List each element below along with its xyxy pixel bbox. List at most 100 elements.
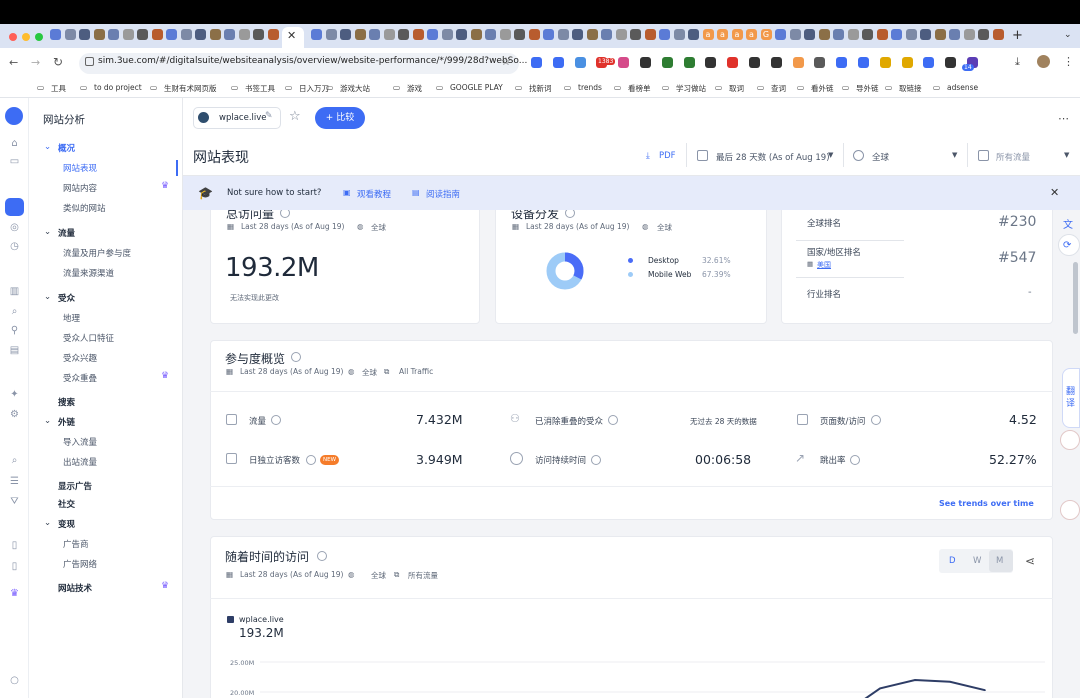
info-icon[interactable]	[871, 415, 881, 425]
info-icon[interactable]	[850, 455, 860, 465]
help-icon[interactable]: ○	[9, 675, 20, 686]
sidebar-item-ad-networks[interactable]: 广告网络	[63, 558, 97, 570]
tab-favicon-icon[interactable]	[949, 29, 960, 40]
tab-favicon-icon[interactable]: a	[746, 29, 757, 40]
bookmark-item[interactable]: 看外链	[811, 83, 834, 94]
tab-favicon-icon[interactable]	[325, 29, 337, 40]
bookmark-item[interactable]: 看榜单	[628, 83, 651, 94]
extension-icon[interactable]	[683, 57, 695, 68]
sidebar-item-technology[interactable]: 网站技术	[58, 582, 92, 594]
tab-favicon-icon[interactable]	[485, 29, 496, 40]
extension-icon[interactable]	[770, 57, 782, 68]
tab-favicon-icon[interactable]	[514, 29, 525, 40]
tab-favicon-icon[interactable]: a	[717, 29, 728, 40]
tab-favicon-icon[interactable]	[891, 29, 902, 40]
timer-icon[interactable]: ◷	[9, 241, 20, 252]
info-icon[interactable]	[306, 455, 316, 465]
tab-favicon-icon[interactable]	[775, 29, 786, 40]
tab-favicon-icon[interactable]	[166, 29, 177, 40]
tab-favicon-icon[interactable]	[354, 29, 366, 40]
tab-favicon-icon[interactable]	[688, 29, 699, 40]
sidebar-item-outgoing[interactable]: 出站流量	[63, 456, 97, 468]
tab-favicon-icon[interactable]	[412, 29, 424, 40]
browser-menu-icon[interactable]: ⋮	[1063, 55, 1074, 68]
legend-checkbox-icon[interactable]	[227, 616, 234, 623]
edit-icon[interactable]: ✎	[265, 111, 273, 121]
extension-icon[interactable]	[945, 57, 957, 68]
tab-favicon-icon[interactable]	[456, 29, 467, 40]
toggle-day[interactable]: D	[949, 556, 956, 566]
bookmark-item[interactable]: 生财有术网页版	[164, 83, 217, 94]
tab-favicon-icon[interactable]	[108, 29, 119, 40]
keyword-icon[interactable]: ⌕	[9, 455, 20, 466]
back-icon[interactable]: ←	[9, 56, 18, 69]
tab-favicon-icon[interactable]	[876, 29, 888, 40]
link-icon[interactable]: ⚲	[9, 325, 20, 336]
sidebar-item-audience[interactable]: 受众	[58, 292, 75, 304]
compare-button[interactable]: + 比较	[315, 107, 365, 129]
reload-icon[interactable]: ↻	[53, 55, 63, 69]
bookmark-item[interactable]: trends	[578, 83, 602, 92]
traffic-select[interactable]: 所有流量	[996, 151, 1030, 163]
data-point[interactable]	[879, 687, 881, 690]
info-icon[interactable]	[317, 551, 327, 561]
date-range-select[interactable]: 最后 28 天数 (As of Aug 19)	[716, 151, 830, 163]
caret-down-icon[interactable]: ▼	[952, 151, 957, 159]
bookmark-item[interactable]: 日入万刀	[299, 83, 329, 94]
profile-avatar[interactable]	[1037, 55, 1050, 68]
list-icon[interactable]: ☰	[9, 476, 20, 487]
tab-favicon-icon[interactable]	[311, 29, 322, 40]
extension-icon[interactable]	[814, 57, 826, 68]
tab-favicon-icon[interactable]	[920, 29, 931, 40]
new-tab-icon[interactable]: +	[1012, 28, 1023, 43]
read-guide-link[interactable]: 阅读指南	[426, 188, 460, 200]
tab-favicon-icon[interactable]	[978, 29, 989, 40]
settings-icon[interactable]: ⚙	[9, 409, 20, 420]
chevron-down-icon[interactable]: ⌄	[44, 292, 51, 302]
country-link[interactable]: 美国	[817, 260, 831, 270]
bookmark-item[interactable]: 取链接	[899, 83, 922, 94]
sidebar-item-search[interactable]: 搜索	[58, 396, 75, 408]
home-icon[interactable]: ⌂	[9, 138, 20, 149]
tab-favicon-icon[interactable]	[238, 29, 250, 40]
tab-favicon-icon[interactable]	[804, 29, 815, 40]
tab-favicon-icon[interactable]	[963, 29, 975, 40]
see-trends-link[interactable]: See trends over time	[939, 499, 1034, 508]
extension-icon[interactable]	[879, 57, 891, 68]
tab-favicon-icon[interactable]	[528, 29, 540, 40]
sidebar-item-traffic-engagement[interactable]: 流量及用户参与度	[63, 247, 131, 259]
sidebar-item-website-content[interactable]: 网站内容	[63, 182, 97, 194]
mobile-icon[interactable]: ▯	[9, 561, 20, 572]
sidebar-item-overview[interactable]: 概况	[58, 142, 75, 154]
extension-icon[interactable]	[858, 57, 869, 68]
floating-action-button[interactable]	[1060, 430, 1080, 450]
bookmark-item[interactable]: 取词	[729, 83, 744, 94]
pdf-button[interactable]: PDF	[659, 151, 676, 161]
sidebar-item-interests[interactable]: 受众兴趣	[63, 352, 97, 364]
bookmark-item[interactable]: GOOGLE PLAY	[450, 83, 503, 92]
caret-down-icon[interactable]: ▼	[1064, 151, 1069, 159]
floating-action-button[interactable]	[1060, 500, 1080, 520]
tab-favicon-icon[interactable]	[209, 29, 221, 40]
close-banner-icon[interactable]: ✕	[1050, 186, 1059, 199]
tab-favicon-icon[interactable]	[369, 29, 380, 40]
tab-favicon-icon[interactable]	[79, 29, 90, 40]
crown-icon[interactable]: ♛	[9, 588, 20, 599]
region-select[interactable]: 全球	[872, 151, 889, 163]
extension-icon[interactable]	[792, 57, 804, 68]
data-point[interactable]	[949, 681, 951, 683]
tab-favicon-icon[interactable]	[427, 29, 438, 40]
tab-favicon-icon[interactable]	[50, 29, 61, 40]
sidebar-item-referrals[interactable]: 导入流量	[63, 436, 97, 448]
active-tab[interactable]: ✕	[282, 27, 304, 48]
tab-favicon-icon[interactable]	[122, 29, 134, 40]
tab-favicon-icon[interactable]: G	[760, 29, 772, 40]
tab-favicon-icon[interactable]	[151, 29, 163, 40]
forward-icon[interactable]: →	[31, 56, 40, 69]
tab-favicon-icon[interactable]	[398, 29, 409, 40]
page-scrollbar[interactable]	[1073, 262, 1078, 334]
tab-favicon-icon[interactable]	[615, 29, 627, 40]
extension-icon[interactable]	[574, 57, 586, 68]
bookmark-item[interactable]: 游戏	[407, 83, 422, 94]
tab-favicon-icon[interactable]	[253, 29, 264, 40]
